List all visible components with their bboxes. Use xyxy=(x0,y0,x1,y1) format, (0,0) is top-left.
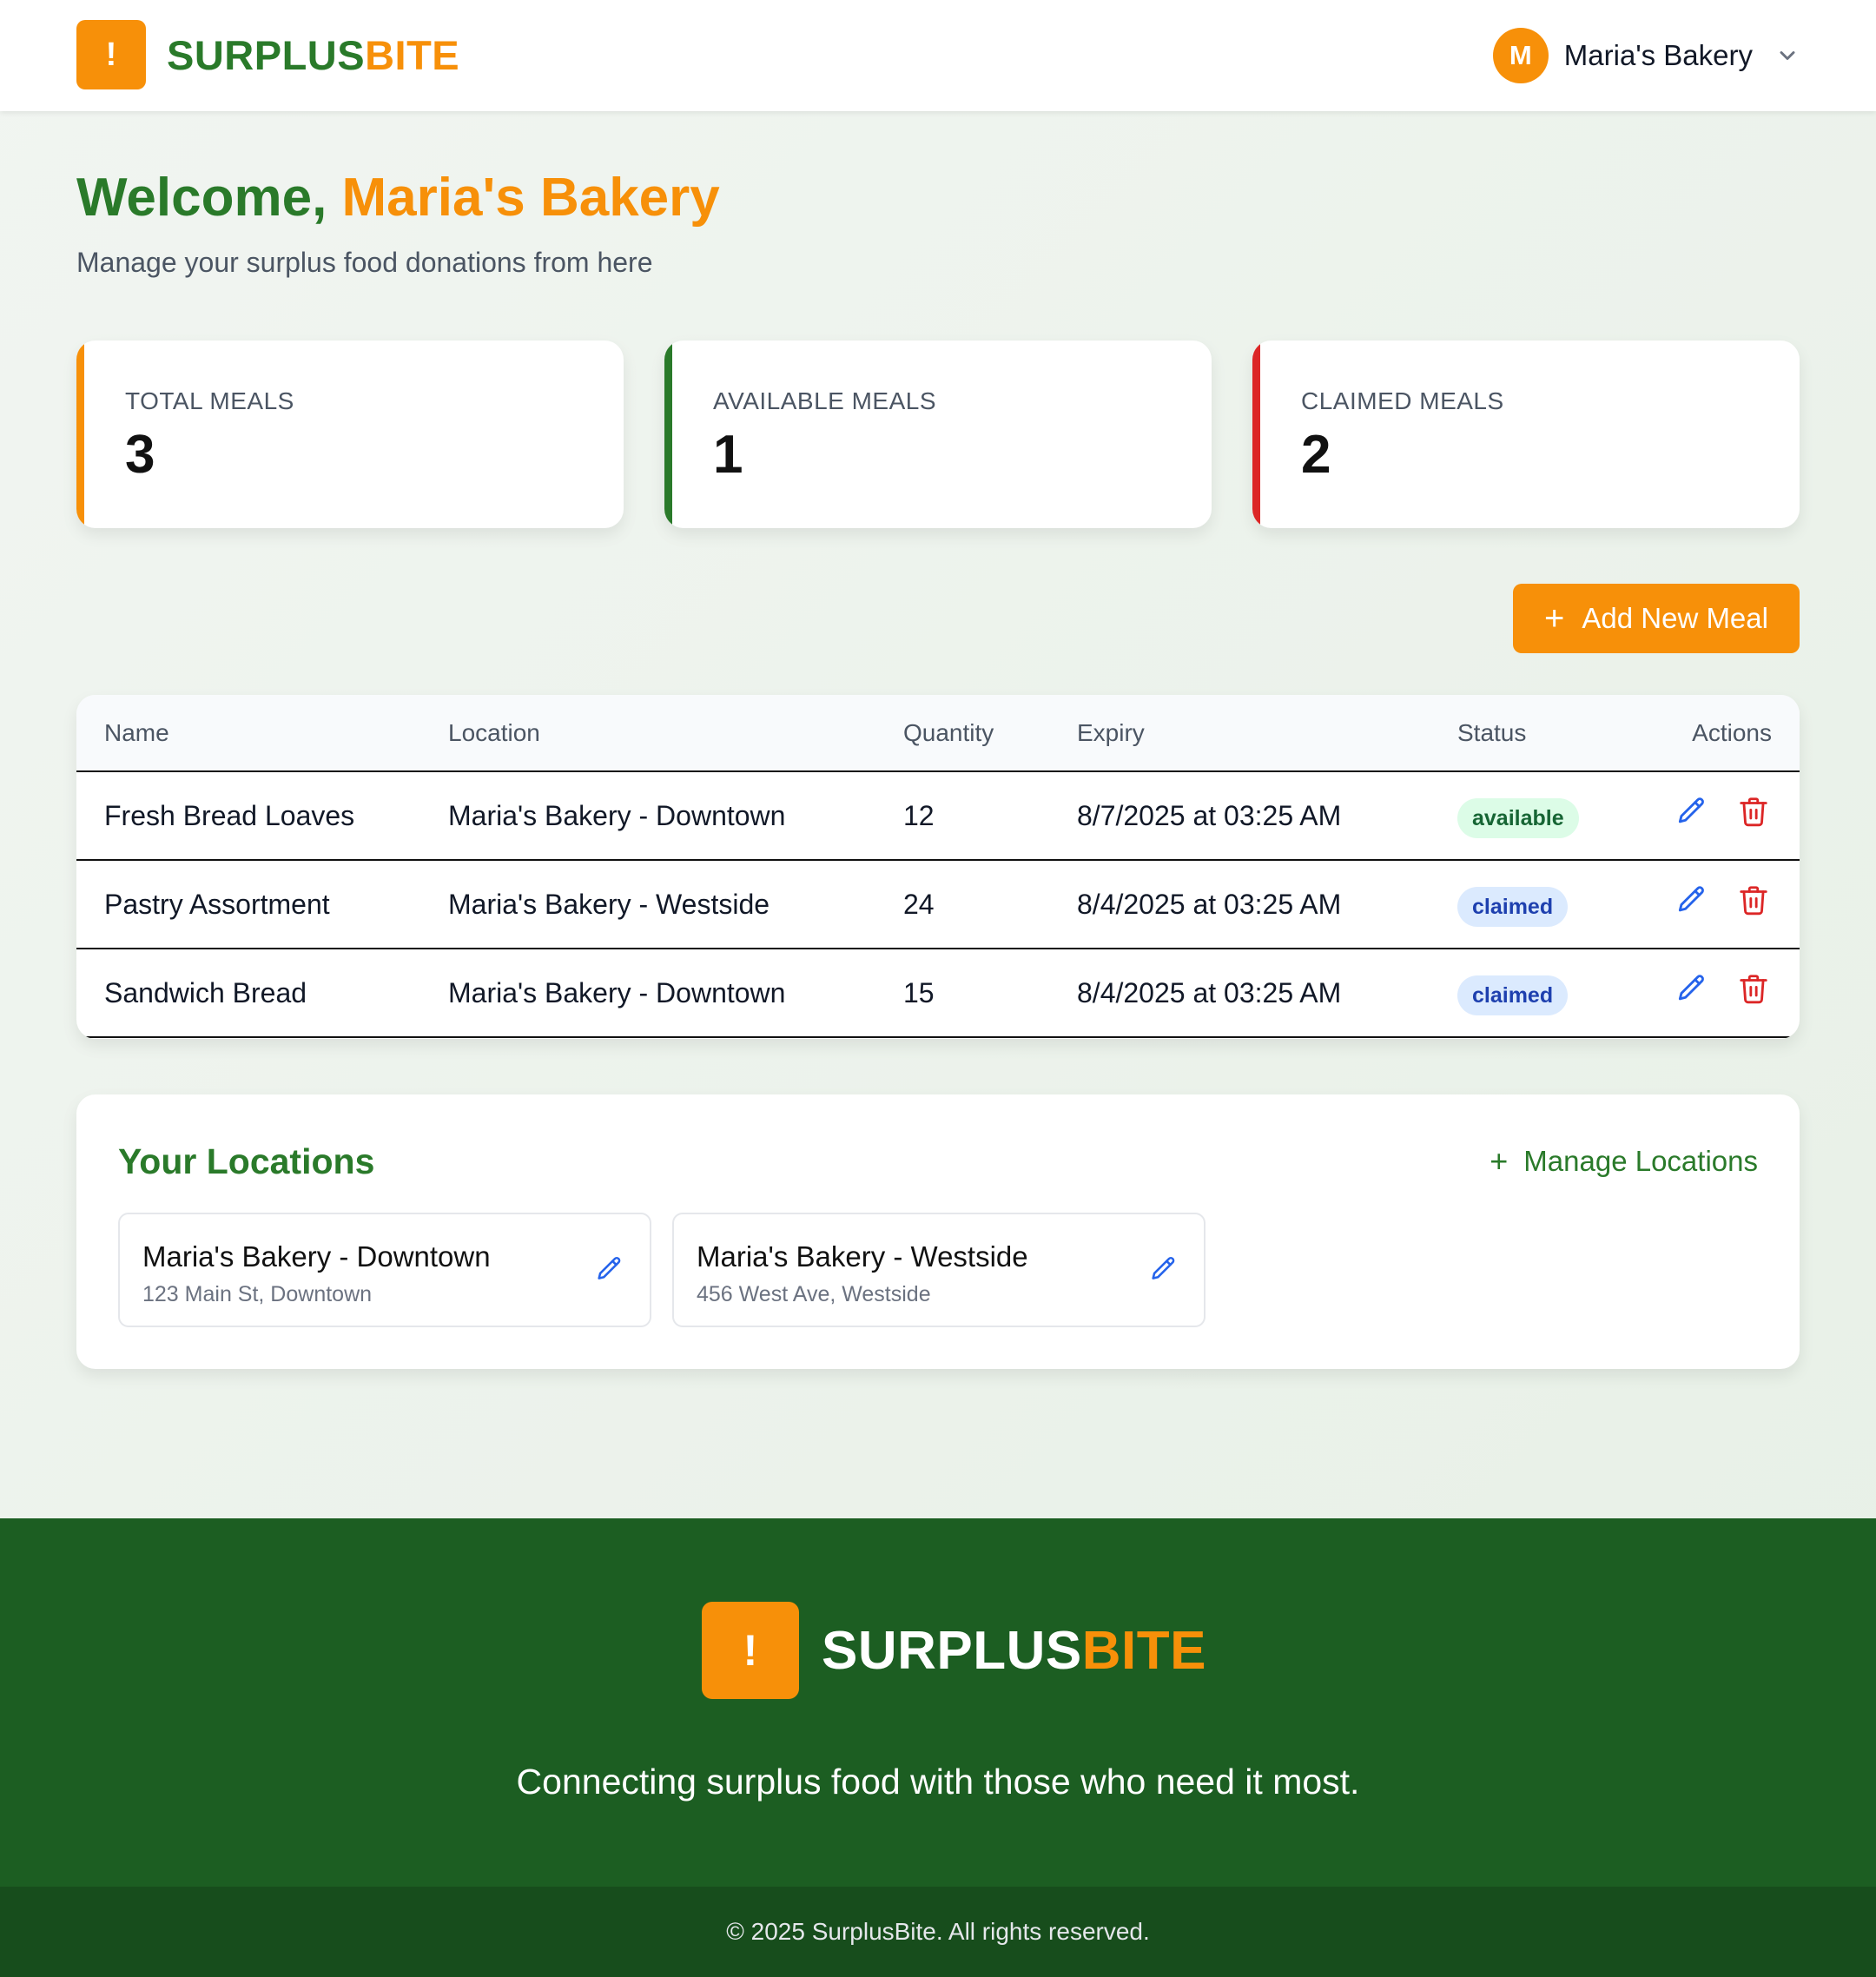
meal-name: Fresh Bread Loaves xyxy=(104,800,355,831)
stat-label: CLAIMED MEALS xyxy=(1301,387,1504,414)
footer: ! SURPLUSBITE Connecting surplus food wi… xyxy=(0,1518,1876,1887)
chevron-down-icon xyxy=(1780,51,1795,60)
page-subtitle: Manage your surplus food donations from … xyxy=(76,247,653,278)
stat-card-claimed-meals: CLAIMED MEALS 2 xyxy=(1252,341,1800,528)
meal-expiry: 8/4/2025 at 03:25 AM xyxy=(1077,977,1342,1008)
user-menu[interactable]: M Maria's Bakery xyxy=(1492,28,1800,83)
stat-card-available-meals: AVAILABLE MEALS 1 xyxy=(664,341,1212,528)
copyright-bar: © 2025 SurplusBite. All rights reserved. xyxy=(0,1887,1876,1977)
top-navbar: ! SURPLUSBITE M Maria's Bakery xyxy=(0,0,1876,111)
meals-table: Name Location Quantity Expiry Status Act… xyxy=(76,695,1800,1039)
location-name: Maria's Bakery - Downtown xyxy=(142,1240,491,1273)
status-badge: claimed xyxy=(1457,975,1569,1015)
stat-accent-bar xyxy=(76,341,84,528)
column-header-expiry: Expiry xyxy=(1077,719,1145,746)
meal-quantity: 24 xyxy=(903,889,935,920)
stat-label: AVAILABLE MEALS xyxy=(713,387,937,414)
meal-location: Maria's Bakery - Westside xyxy=(448,889,770,920)
copyright-text: © 2025 SurplusBite. All rights reserved. xyxy=(726,1918,1150,1945)
edit-icon[interactable] xyxy=(1148,1254,1178,1284)
meal-location: Maria's Bakery - Downtown xyxy=(448,977,786,1008)
meal-expiry: 8/7/2025 at 03:25 AM xyxy=(1077,800,1342,831)
table-row: Sandwich Bread Maria's Bakery - Downtown… xyxy=(76,949,1800,1038)
stat-value: 1 xyxy=(713,425,743,485)
brand-logo[interactable]: ! SURPLUSBITE xyxy=(76,20,459,89)
edit-icon[interactable] xyxy=(1675,883,1708,916)
table-header: Name Location Quantity Expiry Status Act… xyxy=(76,695,1800,772)
locations-panel: Your Locations + Manage Locations Maria'… xyxy=(76,1094,1800,1369)
status-badge: claimed xyxy=(1457,887,1569,927)
edit-icon[interactable] xyxy=(1675,795,1708,828)
location-card: Maria's Bakery - Westside 456 West Ave, … xyxy=(672,1213,1206,1327)
avatar: M xyxy=(1492,28,1549,83)
user-name: Maria's Bakery xyxy=(1563,39,1753,71)
location-card: Maria's Bakery - Downtown 123 Main St, D… xyxy=(118,1213,651,1327)
trash-icon[interactable] xyxy=(1737,795,1770,828)
manage-locations-label: Manage Locations xyxy=(1523,1145,1758,1177)
meal-location: Maria's Bakery - Downtown xyxy=(448,800,786,831)
plus-icon: + xyxy=(1490,1143,1509,1179)
status-badge: available xyxy=(1457,798,1579,838)
column-header-quantity: Quantity xyxy=(903,719,994,746)
table-row: Fresh Bread Loaves Maria's Bakery - Down… xyxy=(76,772,1800,861)
meal-name: Pastry Assortment xyxy=(104,889,330,920)
column-header-name: Name xyxy=(104,719,169,746)
brand-name-part1: SURPLUS xyxy=(822,1620,1082,1681)
stat-value: 3 xyxy=(125,425,155,485)
column-header-status: Status xyxy=(1457,719,1527,746)
column-header-location: Location xyxy=(448,719,540,746)
edit-icon[interactable] xyxy=(1675,972,1708,1005)
welcome-greeting: Welcome, xyxy=(76,168,342,228)
location-address: 456 West Ave, Westside xyxy=(697,1282,931,1306)
edit-icon[interactable] xyxy=(594,1254,624,1284)
logo-mark-icon: ! xyxy=(702,1602,799,1699)
column-header-actions: Actions xyxy=(1692,719,1772,746)
add-new-meal-button[interactable]: + Add New Meal xyxy=(1513,584,1800,653)
location-name: Maria's Bakery - Westside xyxy=(697,1240,1028,1273)
plus-icon: + xyxy=(1544,598,1565,638)
brand-name-part1: SURPLUS xyxy=(167,31,366,78)
meal-quantity: 12 xyxy=(903,800,935,831)
add-new-meal-label: Add New Meal xyxy=(1582,602,1768,634)
footer-tagline: Connecting surplus food with those who n… xyxy=(516,1762,1360,1802)
brand-name: SURPLUSBITE xyxy=(167,31,459,79)
manage-locations-button[interactable]: + Manage Locations xyxy=(1490,1143,1758,1180)
brand-name-part2: BITE xyxy=(1081,1620,1206,1681)
table-row: Pastry Assortment Maria's Bakery - Wests… xyxy=(76,861,1800,949)
stat-value: 2 xyxy=(1301,425,1331,485)
trash-icon[interactable] xyxy=(1737,883,1770,916)
logo-mark-icon: ! xyxy=(76,20,146,89)
trash-icon[interactable] xyxy=(1737,972,1770,1005)
locations-title: Your Locations xyxy=(118,1141,375,1181)
stat-accent-bar xyxy=(664,341,672,528)
meal-name: Sandwich Bread xyxy=(104,977,307,1008)
stat-accent-bar xyxy=(1252,341,1260,528)
footer-logo[interactable]: ! SURPLUSBITE xyxy=(702,1602,1206,1699)
stat-card-total-meals: TOTAL MEALS 3 xyxy=(76,341,624,528)
stat-label: TOTAL MEALS xyxy=(125,387,294,414)
meal-expiry: 8/4/2025 at 03:25 AM xyxy=(1077,889,1342,920)
welcome-name: Maria's Bakery xyxy=(341,168,720,228)
brand-name-part2: BITE xyxy=(365,31,460,78)
location-address: 123 Main St, Downtown xyxy=(142,1282,373,1306)
footer-brand-name: SURPLUSBITE xyxy=(822,1620,1206,1682)
meal-quantity: 15 xyxy=(903,977,935,1008)
page-title: Welcome, Maria's Bakery xyxy=(76,167,720,228)
